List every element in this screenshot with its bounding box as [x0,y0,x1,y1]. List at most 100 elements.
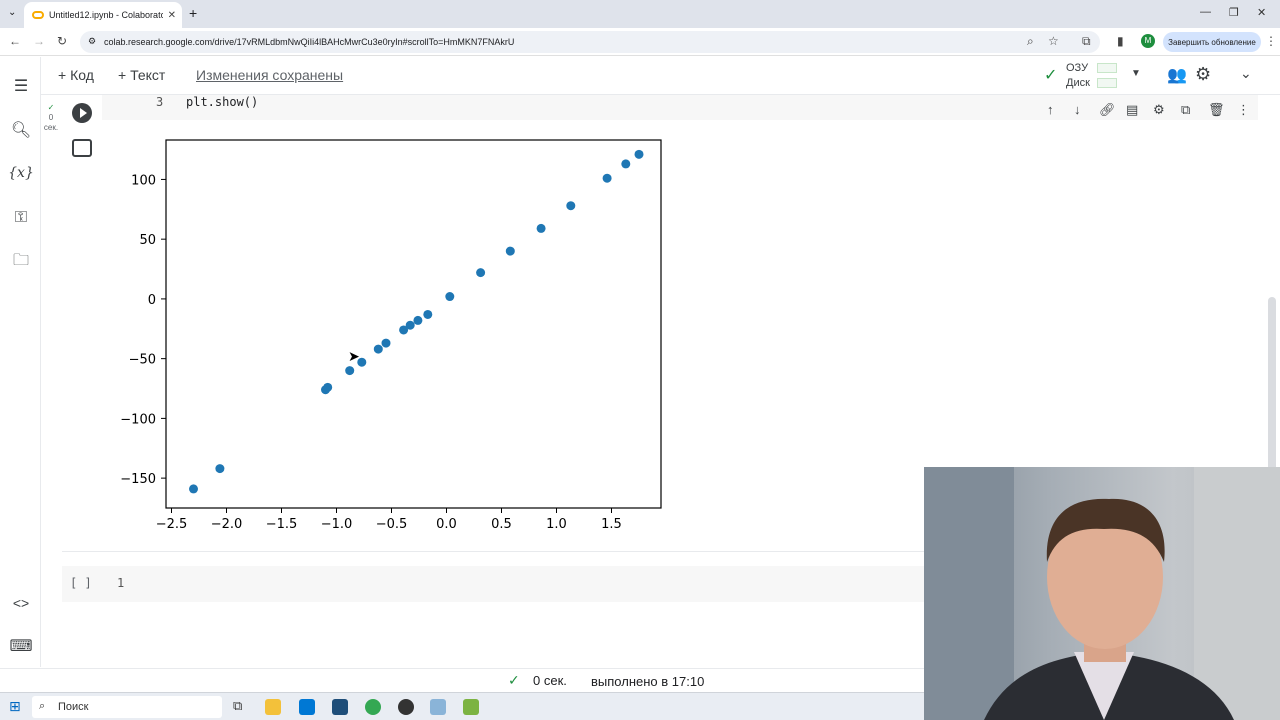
site-info-icon[interactable]: ⚙ [88,36,96,47]
app-icon[interactable] [332,699,348,715]
x-tick-label: 0.0 [436,517,457,532]
share-people-icon[interactable]: 👥 [1167,65,1187,85]
zoom-icon[interactable]: ⌕ [1027,34,1034,49]
data-point [566,201,576,211]
data-point [476,268,486,278]
reload-icon[interactable]: ↻ [57,34,67,48]
colab-favicon-icon [32,11,44,19]
y-tick-label: −100 [120,412,156,427]
y-tick-label: −50 [129,353,156,368]
x-tick-label: 1.0 [546,517,567,532]
data-point [345,366,355,376]
code-text[interactable]: plt.show() [186,95,258,109]
ram-usage-bar [1097,63,1117,73]
scatter-chart: −2.5 −2.0 −1.5 −1.0 −0.5 0.0 0.5 1.0 1.5 100 50 0 −5… [120,139,662,532]
output-actions-icon[interactable] [72,139,92,157]
y-tick-label: 50 [139,233,156,248]
update-browser-button[interactable]: Завершить обновление [1163,32,1261,52]
minimize-icon[interactable]: — [1200,6,1211,18]
data-point [445,292,455,302]
recorder-icon[interactable] [398,699,414,715]
webcam-overlay [924,467,1280,720]
file-explorer-icon[interactable] [265,699,281,715]
tab-list-chevron-icon[interactable]: ⌄ [8,7,16,18]
code-editor[interactable]: 3 plt.show() [102,95,1258,120]
taskbar-search[interactable]: ⌕ Поиск [32,696,222,718]
cell-run-brackets[interactable]: [ ] [70,576,92,590]
x-tick-label: −1.5 [266,517,298,532]
move-up-icon[interactable]: ↑ [1047,102,1054,117]
files-folder-icon[interactable]: 🗀 [9,250,33,274]
browser-menu-icon[interactable]: ⋮ [1265,34,1277,48]
connected-check-icon: ✓ [1044,67,1058,84]
add-text-button[interactable]: + Текст [118,67,165,83]
left-sidebar: ☰ 🔍︎ {x} ⚿ 🗀 <> ⌨ [0,57,41,667]
code-snippets-icon[interactable]: <> [9,591,33,615]
address-bar[interactable]: ⚙ colab.research.google.com/drive/17vRML… [80,31,1100,53]
settings-gear-icon[interactable]: ⚙ [1195,64,1211,85]
data-point [215,464,225,474]
x-tick-label: −2.5 [156,517,188,532]
data-point [423,309,433,319]
data-point [536,223,546,233]
save-status-link[interactable]: Изменения сохранены [196,67,343,83]
profile-avatar[interactable]: M [1141,34,1155,48]
ram-label: ОЗУ [1066,62,1089,74]
line-number: 1 [117,576,125,590]
variables-icon[interactable]: {x} [8,161,34,185]
mouse-cursor-icon: ➤ [348,348,360,364]
windows-start-icon[interactable]: ⊞ [9,698,21,715]
data-point [381,338,391,348]
search-icon[interactable]: 🔍︎ [9,118,33,142]
data-point [602,173,612,183]
browser-tab-strip: ⌄ Untitled12.ipynb - Colaboratory ✕ + — … [0,0,1280,28]
data-point [634,149,644,159]
more-options-icon[interactable]: ⋮ [1237,102,1250,118]
delete-cell-icon[interactable]: 🗑︎ [1208,102,1225,118]
link-icon[interactable]: 🔗︎ [1099,102,1116,118]
line-number: 3 [156,95,164,109]
task-view-icon[interactable]: ⧉ [233,698,242,714]
data-point [505,246,515,256]
background-wall-left [924,467,1014,720]
mirror-cell-icon[interactable]: ⧉ [1181,102,1190,118]
image-viewer-icon[interactable] [430,699,446,715]
table-of-contents-icon[interactable]: ☰ [9,74,33,98]
secrets-key-icon[interactable]: ⚿ [9,206,33,230]
x-tick-label: −2.0 [211,517,243,532]
new-tab-icon[interactable]: + [189,5,197,21]
exec-count: 0 [48,113,54,122]
y-tick-label: −150 [120,472,156,487]
back-icon[interactable]: ← [9,34,21,48]
data-point [621,159,631,169]
cell-settings-icon[interactable]: ⚙ [1153,102,1165,118]
command-palette-icon[interactable]: ⌨ [9,634,33,658]
cell-exec-info: ✓ 0 сек. [42,103,60,133]
runtime-dropdown-icon[interactable]: ▼ [1131,68,1141,79]
browser-tab[interactable]: Untitled12.ipynb - Colaboratory ✕ [24,2,182,28]
x-tick-label: −1.0 [321,517,353,532]
restore-icon[interactable]: ❐ [1229,6,1239,19]
move-down-icon[interactable]: ↓ [1074,102,1081,117]
data-point [323,382,333,392]
x-tick-label: 0.5 [491,517,512,532]
collapse-header-icon[interactable]: ⌄ [1240,65,1252,82]
resources-indicator[interactable]: ОЗУ Диск [1066,61,1090,91]
forward-icon[interactable]: → [33,34,45,48]
bookmark-star-icon[interactable]: ☆ [1048,34,1059,48]
x-tick-label: 1.5 [601,517,622,532]
close-window-icon[interactable]: ✕ [1257,6,1266,19]
chrome-icon[interactable] [365,699,381,715]
extensions-icon[interactable]: ⧉ [1082,34,1091,49]
side-panel-icon[interactable]: ▮ [1117,34,1124,48]
pen-app-icon[interactable] [463,699,479,715]
y-tick-label: 100 [131,173,156,188]
mail-icon[interactable] [299,699,315,715]
comment-icon[interactable]: ▤ [1126,102,1138,118]
add-code-button[interactable]: + Код [58,67,94,83]
exec-unit: сек. [43,123,59,132]
close-tab-icon[interactable]: ✕ [168,10,176,21]
run-cell-button[interactable] [72,103,92,123]
status-completed: выполнено в 17:10 [591,674,705,689]
data-point [373,344,383,354]
